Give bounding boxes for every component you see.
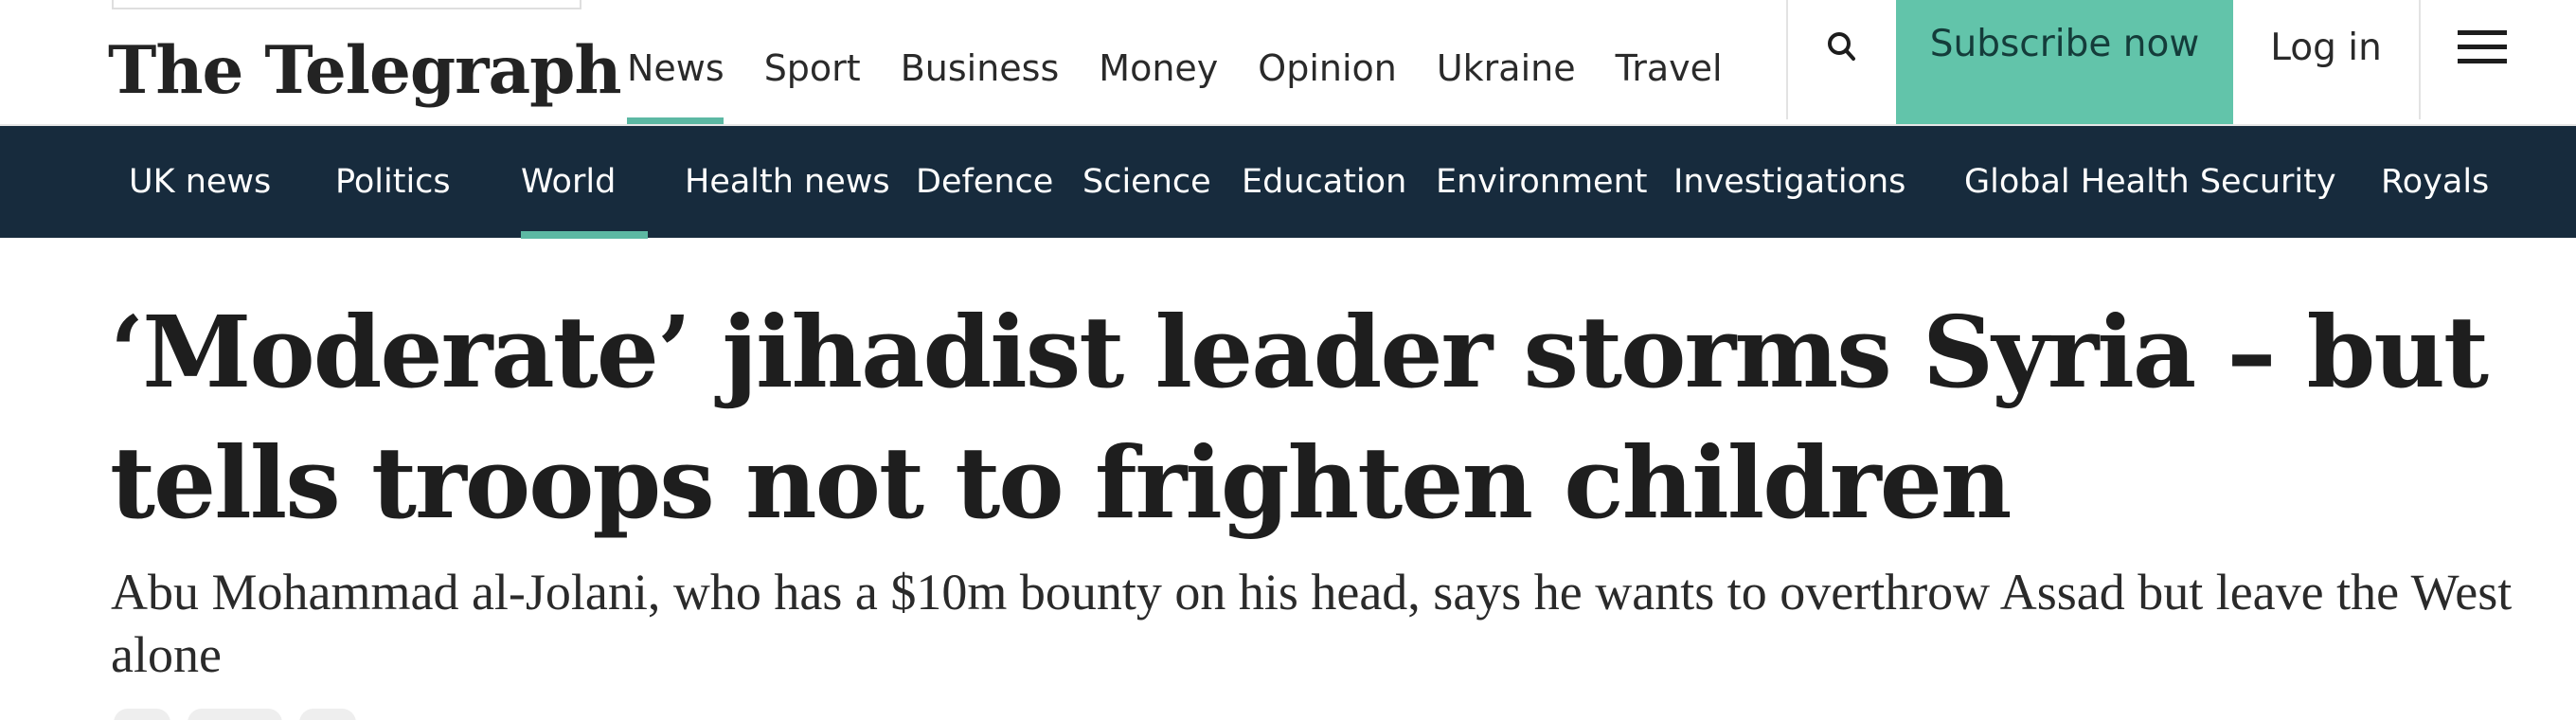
section-nav-science[interactable]: Science	[1082, 126, 1211, 238]
primary-nav-money[interactable]: Money	[1099, 38, 1218, 99]
section-nav-world[interactable]: World	[521, 126, 616, 238]
section-nav-health-news[interactable]: Health news	[685, 126, 890, 238]
section-nav-defence[interactable]: Defence	[916, 126, 1053, 238]
hamburger-menu-icon	[2458, 30, 2507, 63]
header-top-edge	[112, 0, 581, 9]
site-logo[interactable]: The Telegraph	[108, 28, 622, 114]
primary-nav-ukraine[interactable]: Ukraine	[1437, 38, 1576, 99]
share-button-partial	[299, 709, 356, 720]
site-header: The Telegraph News Sport Business Money …	[0, 0, 2576, 126]
section-nav-royals[interactable]: Royals	[2381, 126, 2489, 238]
share-bar-partial	[114, 709, 373, 720]
share-button-partial	[114, 709, 170, 720]
search-button[interactable]	[1788, 0, 1896, 95]
subscribe-button[interactable]: Subscribe now	[1896, 0, 2233, 126]
primary-nav-opinion[interactable]: Opinion	[1258, 38, 1397, 99]
section-nav-global-health-security[interactable]: Global Health Security	[1964, 126, 2336, 238]
primary-nav-travel[interactable]: Travel	[1616, 38, 1723, 99]
section-nav-education[interactable]: Education	[1242, 126, 1406, 238]
section-nav-politics[interactable]: Politics	[335, 126, 451, 238]
article-headline: ‘Moderate’ jihadist leader storms Syria …	[110, 294, 2489, 541]
section-nav-uk-news[interactable]: UK news	[129, 126, 271, 238]
primary-nav-news[interactable]: News	[627, 38, 724, 99]
search-icon	[1828, 32, 1855, 61]
primary-nav: News Sport Business Money Opinion Ukrain…	[627, 38, 1723, 99]
login-button[interactable]: Log in	[2233, 0, 2419, 95]
primary-nav-sport[interactable]: Sport	[764, 38, 861, 99]
section-nav-environment[interactable]: Environment	[1436, 126, 1647, 238]
section-nav-active-indicator	[521, 231, 648, 239]
section-nav: UK news Politics World Health news Defen…	[0, 126, 2576, 238]
section-nav-investigations[interactable]: Investigations	[1673, 126, 1905, 238]
share-button-partial	[188, 709, 282, 720]
article-standfirst: Abu Mohammad al-Jolani, who has a $10m b…	[111, 564, 2513, 683]
primary-nav-business[interactable]: Business	[901, 38, 1060, 99]
menu-button[interactable]	[2421, 0, 2544, 95]
